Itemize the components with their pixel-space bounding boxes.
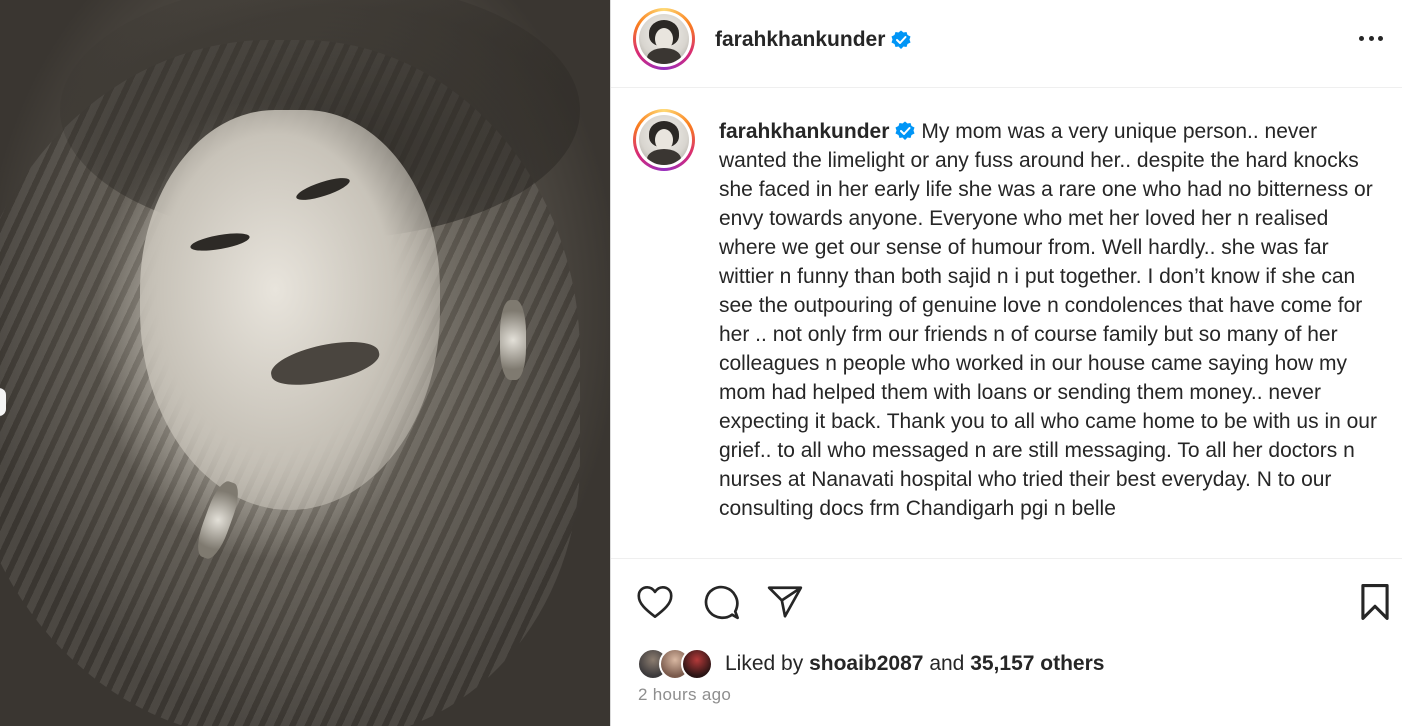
share-icon[interactable]: [765, 582, 805, 622]
post-header: farahkhankunder: [611, 0, 1402, 88]
likes-and: and: [929, 652, 965, 675]
photo-earring-right: [500, 300, 526, 380]
caption-area[interactable]: farahkhankunder My mom was a very unique…: [611, 89, 1402, 559]
liker-username[interactable]: shoaib2087: [809, 652, 923, 676]
profile-picture: [639, 14, 689, 64]
photo-face: [140, 110, 440, 510]
liker-avatar: [681, 648, 713, 680]
verified-badge-icon: [895, 121, 915, 140]
caption-username[interactable]: farahkhankunder: [719, 120, 889, 143]
heart-icon[interactable]: [635, 582, 675, 622]
post-timestamp[interactable]: 2 hours ago: [638, 685, 731, 705]
post-photo[interactable]: [0, 0, 610, 726]
bookmark-icon[interactable]: [1355, 582, 1395, 622]
more-options-icon[interactable]: [1353, 26, 1389, 50]
profile-picture: [639, 115, 689, 165]
caption-text: My mom was a very unique person.. never …: [719, 120, 1377, 520]
caption-avatar[interactable]: [633, 109, 695, 171]
liker-avatars[interactable]: [637, 648, 713, 680]
header-username[interactable]: farahkhankunder: [715, 28, 885, 52]
carousel-indicator[interactable]: [0, 388, 6, 416]
post-caption: farahkhankunder My mom was a very unique…: [719, 117, 1379, 523]
post-side-panel: farahkhankunder farahkhankunder My mom w…: [610, 0, 1402, 726]
verified-badge-icon: [891, 30, 911, 49]
header-avatar[interactable]: [633, 8, 695, 70]
post-actions: [611, 578, 1402, 626]
comment-icon[interactable]: [701, 582, 741, 622]
likes-prefix: Liked by: [725, 652, 804, 675]
likes-summary: Liked by shoaib2087 and 35,157 others: [637, 646, 1104, 682]
likes-count-link[interactable]: 35,157 others: [970, 652, 1104, 676]
